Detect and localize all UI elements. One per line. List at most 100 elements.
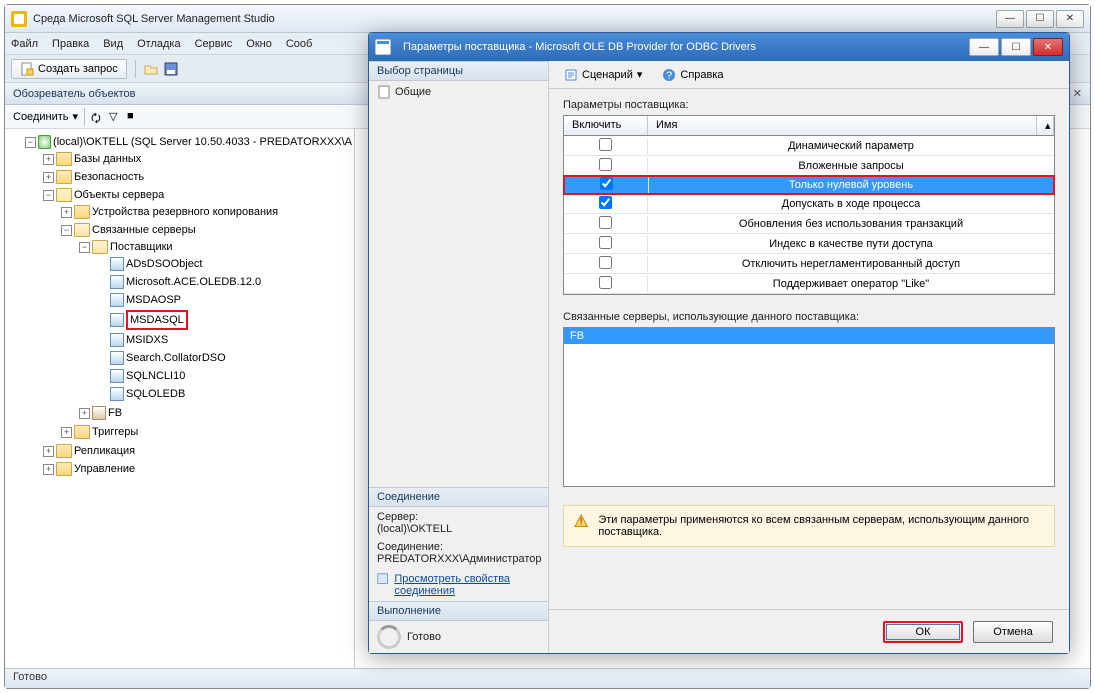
dialog-close-button[interactable]: ✕ (1033, 38, 1063, 56)
col-name-header[interactable]: Имя (648, 116, 1037, 135)
param-checkbox[interactable] (599, 256, 612, 269)
script-button[interactable]: Сценарий ▾ (557, 65, 649, 85)
server-node[interactable]: (local)\OKTELL (SQL Server 10.50.4033 - … (53, 134, 352, 150)
refresh-icon[interactable]: 🗘 (91, 110, 105, 124)
server-label: Сервер: (377, 511, 540, 523)
page-icon (377, 85, 391, 99)
scroll-up-icon[interactable]: ▴ (1037, 116, 1054, 135)
param-row[interactable]: Вложенные запросы (564, 156, 1054, 176)
provider-item[interactable]: MSIDXS (126, 332, 168, 348)
expander-icon[interactable]: + (61, 207, 72, 218)
management-node[interactable]: Управление (74, 461, 135, 477)
progress-header: Выполнение (369, 601, 548, 621)
param-checkbox[interactable] (599, 216, 612, 229)
param-name: Допускать в ходе процесса (648, 198, 1054, 210)
param-row[interactable]: Только нулевой уровень (563, 175, 1055, 195)
backup-devices-node[interactable]: Устройства резервного копирования (92, 204, 278, 220)
script-label: Сценарий (582, 69, 633, 81)
param-row[interactable]: Отключить нерегламентированный доступ (564, 254, 1054, 274)
param-name: Вложенные запросы (648, 160, 1054, 172)
minimize-button[interactable]: — (996, 10, 1024, 28)
dialog-titlebar[interactable]: Параметры поставщика - Microsoft OLE DB … (369, 33, 1069, 61)
provider-item[interactable]: Search.CollatorDSO (126, 350, 226, 366)
provider-options-dialog: Параметры поставщика - Microsoft OLE DB … (368, 32, 1070, 654)
param-checkbox[interactable] (599, 236, 612, 249)
ssms-icon (11, 11, 27, 27)
folder-icon (92, 240, 108, 254)
expander-icon[interactable]: + (43, 154, 54, 165)
save-icon[interactable] (164, 62, 178, 76)
expander-icon[interactable]: − (43, 190, 54, 201)
menu-file[interactable]: Файл (11, 38, 38, 50)
dropdown-icon[interactable]: ▾ (73, 110, 79, 123)
expander-icon[interactable]: − (79, 242, 90, 253)
param-checkbox[interactable] (599, 158, 612, 171)
param-row[interactable]: Допускать в ходе процесса (564, 194, 1054, 214)
expander-icon[interactable]: + (79, 408, 90, 419)
databases-node[interactable]: Базы данных (74, 151, 141, 167)
param-checkbox[interactable] (599, 196, 612, 209)
menu-debug[interactable]: Отладка (137, 38, 180, 50)
menu-window[interactable]: Окно (246, 38, 272, 50)
ssms-titlebar: Среда Microsoft SQL Server Management St… (5, 5, 1090, 33)
param-checkbox[interactable] (599, 138, 612, 151)
linked-server-icon (92, 406, 106, 420)
provider-item[interactable]: ADsDSOObject (126, 256, 202, 272)
cancel-button[interactable]: Отмена (973, 621, 1053, 643)
dialog-minimize-button[interactable]: — (969, 38, 999, 56)
linked-server-item[interactable]: FB (564, 328, 1054, 344)
param-row[interactable]: Обновления без использования транзакций (564, 214, 1054, 234)
svg-text:!: ! (580, 517, 583, 528)
provider-item[interactable]: MSDAOSP (126, 292, 181, 308)
ok-button[interactable]: ОК (883, 621, 963, 643)
dialog-icon (375, 39, 391, 55)
provider-item[interactable]: SQLOLEDB (126, 386, 185, 402)
filter-icon[interactable]: ▽ (109, 110, 123, 124)
param-row[interactable]: Динамический параметр (564, 136, 1054, 156)
connect-button[interactable]: Соединить (13, 111, 69, 123)
help-button[interactable]: ? Справка (655, 65, 730, 85)
param-row[interactable]: Поддерживает оператор "Like" (564, 274, 1054, 294)
param-checkbox[interactable] (600, 177, 613, 190)
param-checkbox[interactable] (599, 276, 612, 289)
param-name: Обновления без использования транзакций (648, 218, 1054, 230)
stop-icon[interactable]: ■ (127, 110, 141, 124)
security-node[interactable]: Безопасность (74, 169, 144, 185)
menu-edit[interactable]: Правка (52, 38, 89, 50)
provider-item[interactable]: MSDASQL (126, 310, 188, 330)
expander-icon[interactable]: + (61, 427, 72, 438)
close-button[interactable]: ✕ (1056, 10, 1084, 28)
linked-servers-node[interactable]: Связанные серверы (92, 222, 196, 238)
replication-node[interactable]: Репликация (74, 443, 135, 459)
fb-node[interactable]: FB (108, 405, 122, 421)
menu-tools[interactable]: Сервис (195, 38, 233, 50)
menu-community[interactable]: Сооб (286, 38, 312, 50)
provider-item[interactable]: SQLNCLI10 (126, 368, 185, 384)
param-name: Только нулевой уровень (649, 179, 1053, 191)
providers-node[interactable]: Поставщики (110, 239, 173, 255)
general-page-item[interactable]: Общие (377, 85, 540, 99)
dialog-maximize-button[interactable]: ☐ (1001, 38, 1031, 56)
triggers-node[interactable]: Триггеры (92, 424, 138, 440)
provider-item[interactable]: Microsoft.ACE.OLEDB.12.0 (126, 274, 261, 290)
expander-icon[interactable]: + (43, 446, 54, 457)
menu-view[interactable]: Вид (103, 38, 123, 50)
param-row[interactable]: Индекс в качестве пути доступа (564, 234, 1054, 254)
param-name: Динамический параметр (648, 140, 1054, 152)
provider-icon (110, 351, 124, 365)
expander-icon[interactable]: + (43, 172, 54, 183)
object-explorer-tree[interactable]: − (local)\OKTELL (SQL Server 10.50.4033 -… (5, 129, 355, 668)
open-icon[interactable] (144, 62, 158, 76)
expander-icon[interactable]: − (61, 225, 72, 236)
col-enable-header[interactable]: Включить (564, 116, 648, 135)
server-objects-node[interactable]: Объекты сервера (74, 187, 164, 203)
dropdown-icon: ▾ (637, 68, 643, 81)
maximize-button[interactable]: ☐ (1026, 10, 1054, 28)
expander-icon[interactable]: + (43, 464, 54, 475)
expander-icon[interactable]: − (25, 137, 36, 148)
linked-servers-list[interactable]: FB (563, 327, 1055, 487)
view-connection-properties-link[interactable]: Просмотреть свойства соединения (394, 573, 540, 597)
provider-icon (110, 275, 124, 289)
new-query-button[interactable]: Создать запрос (11, 59, 127, 79)
folder-icon (74, 223, 90, 237)
